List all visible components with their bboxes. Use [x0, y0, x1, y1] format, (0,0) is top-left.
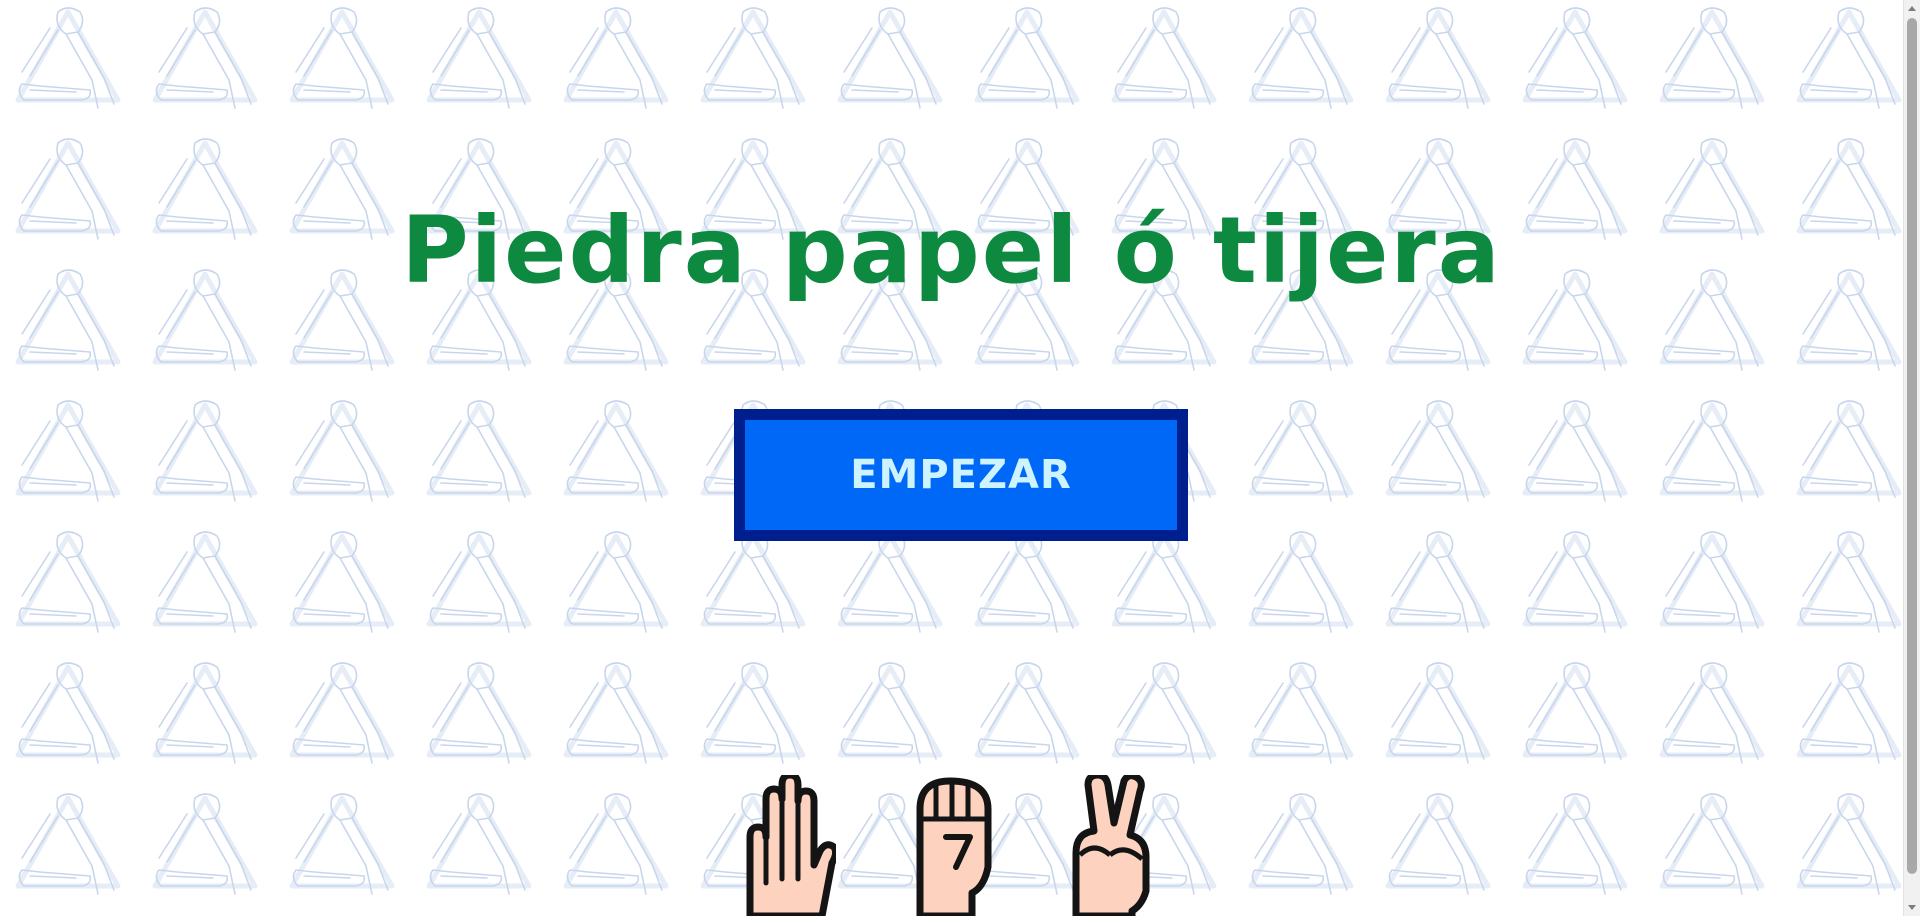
scrollbar-thumb[interactable] [1907, 18, 1917, 874]
paper-hand-icon [746, 775, 836, 916]
scissors-hand-icon [1072, 775, 1150, 916]
scroll-down-icon[interactable] [1908, 905, 1916, 910]
rock-fist-icon [916, 777, 992, 916]
hand-icons-row [740, 775, 1160, 916]
page-title: Piedra papel ó tijera [401, 197, 1502, 304]
start-button[interactable]: EMPEZAR [734, 409, 1188, 541]
vertical-scrollbar[interactable] [1903, 0, 1920, 916]
scroll-up-icon[interactable] [1908, 6, 1916, 11]
